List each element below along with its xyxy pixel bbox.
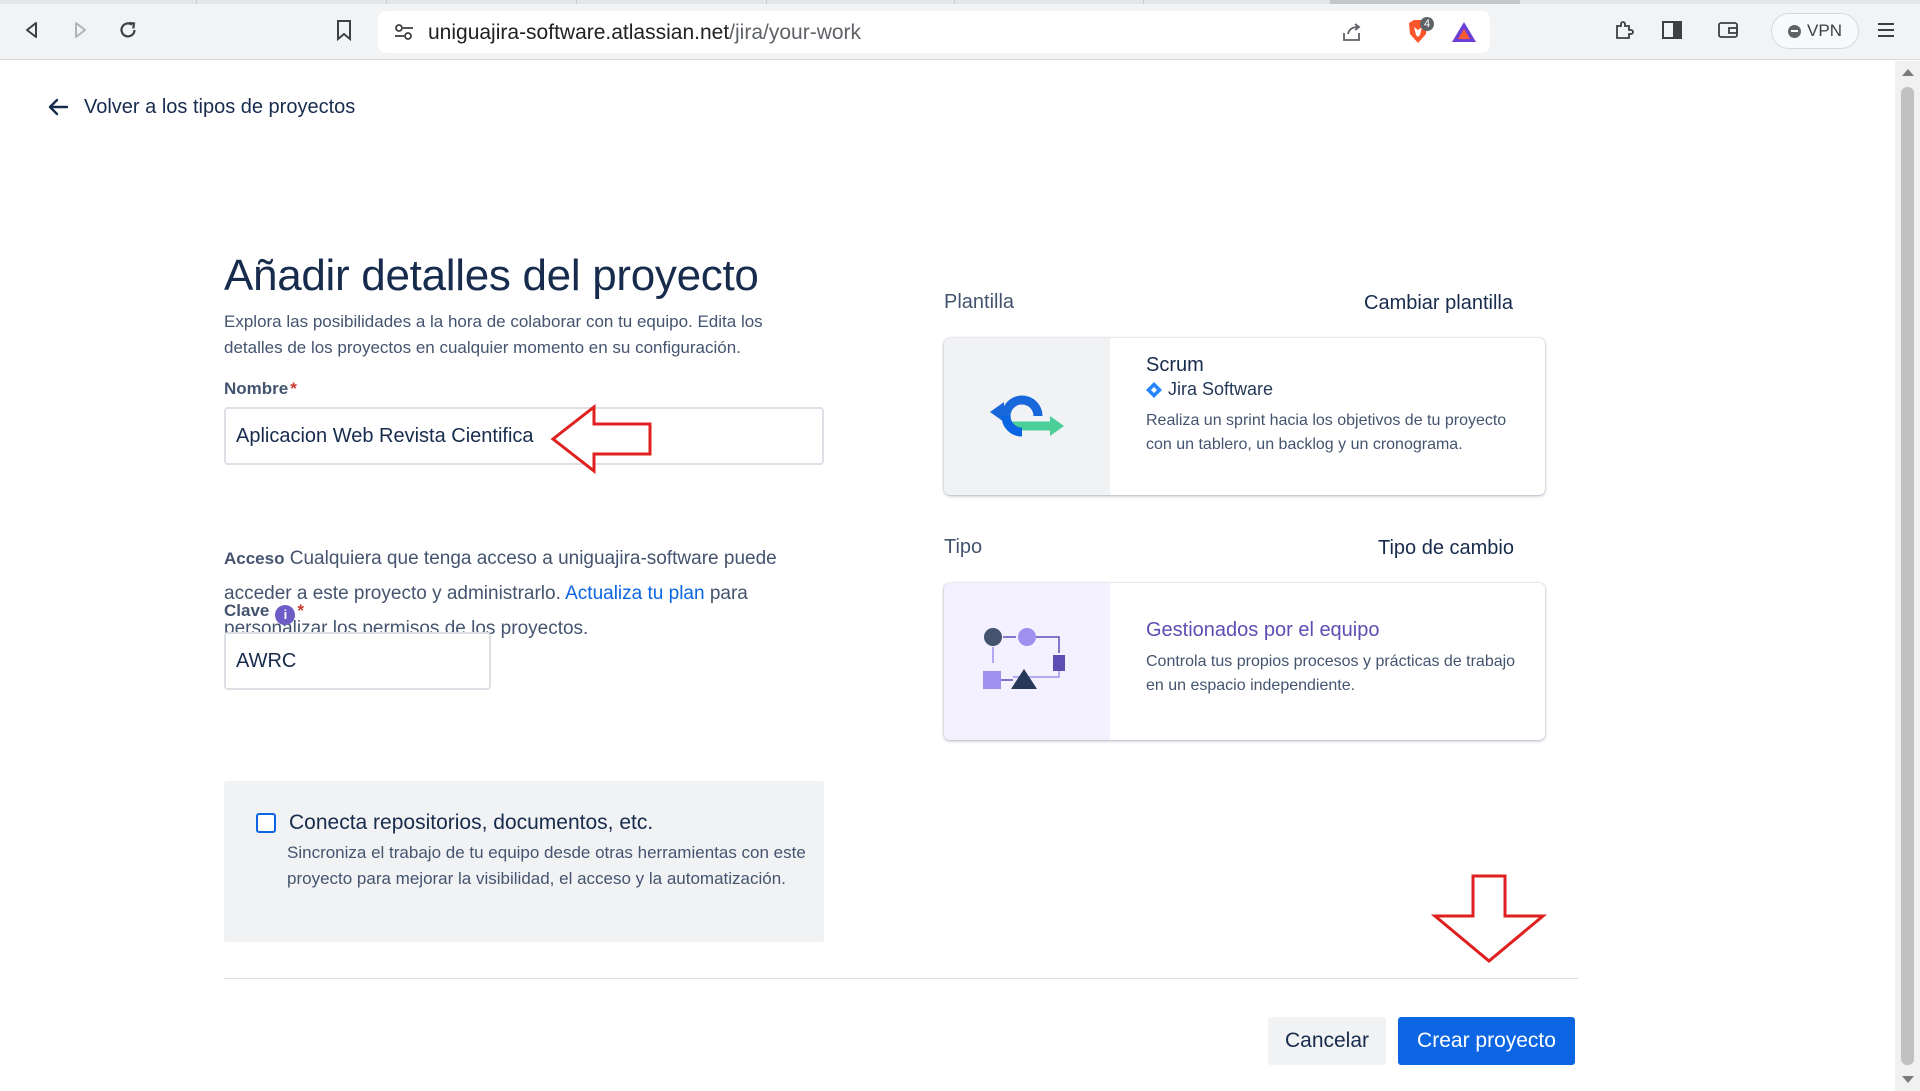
required-mark: * — [297, 601, 304, 620]
sidebar-icon[interactable] — [1656, 14, 1688, 46]
vpn-status-icon — [1788, 24, 1802, 38]
vpn-button[interactable]: VPN — [1771, 13, 1859, 49]
type-section-label: Tipo — [944, 536, 983, 558]
wallet-icon[interactable] — [1712, 14, 1744, 46]
address-bar[interactable]: uniguajira-software.atlassian.net/jira/y… — [378, 11, 1490, 53]
project-key-input[interactable]: AWRC — [224, 632, 491, 690]
project-name-value: Aplicacion Web Revista Cientifica — [236, 424, 534, 447]
brave-rewards-icon[interactable] — [1450, 18, 1478, 46]
create-project-page: Volver a los tipos de proyectos Añadir d… — [0, 61, 1895, 1091]
required-mark: * — [290, 379, 297, 398]
reload-icon[interactable] — [112, 14, 144, 46]
name-field-label: Nombre * — [224, 379, 297, 398]
project-key-value: AWRC — [236, 649, 297, 672]
annotation-arrow-down-icon — [1431, 874, 1547, 963]
scroll-down-icon[interactable] — [1902, 1076, 1914, 1083]
access-description: Acceso Cualquiera que tenga acceso a uni… — [224, 541, 824, 646]
type-card-description: Controla tus propios procesos y práctica… — [1146, 653, 1516, 694]
connect-title: Conecta repositorios, documentos, etc. — [289, 811, 654, 834]
url-text: uniguajira-software.atlassian.net/jira/y… — [428, 21, 862, 44]
project-type-card[interactable]: Gestionados por el equipo Controla tus p… — [944, 583, 1545, 740]
scrum-icon — [944, 338, 1110, 495]
brave-shield-icon[interactable]: 4 — [1398, 17, 1438, 46]
template-card[interactable]: Scrum Jira Software Realiza un sprint ha… — [944, 338, 1545, 495]
browser-toolbar: uniguajira-software.atlassian.net/jira/y… — [0, 0, 1920, 60]
back-link-label: Volver a los tipos de proyectos — [84, 95, 356, 118]
change-template-link[interactable]: Cambiar plantilla — [1364, 292, 1513, 315]
active-tab-indicator[interactable] — [1330, 0, 1520, 4]
page-scrollbar[interactable] — [1895, 61, 1920, 1091]
bookmark-icon[interactable] — [328, 14, 360, 46]
footer-divider — [224, 978, 1578, 979]
menu-icon[interactable] — [1870, 14, 1902, 46]
project-name-input[interactable]: Aplicacion Web Revista Cientifica — [224, 407, 824, 465]
upgrade-plan-link[interactable]: Actualiza tu plan — [565, 583, 704, 604]
extensions-icon[interactable] — [1608, 14, 1640, 46]
back-to-project-types-link[interactable]: Volver a los tipos de proyectos — [46, 95, 355, 119]
scrollbar-thumb[interactable] — [1901, 87, 1914, 1065]
back-icon[interactable] — [16, 14, 48, 46]
cancel-button[interactable]: Cancelar — [1268, 1017, 1386, 1065]
jira-diamond-icon — [1146, 381, 1162, 398]
template-section-label: Plantilla — [944, 291, 1015, 313]
connect-integrations-box: Conecta repositorios, documentos, etc. S… — [224, 781, 824, 942]
key-field-label: Clave i * — [224, 601, 304, 625]
jira-software-brand: Jira Software — [1146, 379, 1526, 400]
shield-badge: 4 — [1420, 17, 1435, 31]
create-project-button[interactable]: Crear proyecto — [1398, 1017, 1575, 1065]
access-label: Acceso — [224, 549, 285, 568]
arrow-left-icon — [48, 98, 69, 116]
forward-icon[interactable] — [64, 14, 96, 46]
tab-strip — [0, 0, 1920, 4]
site-settings-icon[interactable] — [390, 18, 418, 46]
share-icon[interactable] — [1338, 18, 1366, 46]
scroll-up-icon[interactable] — [1902, 69, 1914, 76]
annotation-arrow-left-icon — [550, 404, 652, 474]
page-subtitle: Explora las posibilidades a la hora de c… — [224, 312, 763, 357]
vpn-label: VPN — [1807, 21, 1842, 40]
info-icon[interactable]: i — [275, 604, 296, 625]
type-card-title: Gestionados por el equipo — [1146, 619, 1380, 641]
template-card-title: Scrum — [1146, 354, 1204, 376]
change-type-link[interactable]: Tipo de cambio — [1378, 537, 1514, 560]
team-managed-icon — [944, 583, 1110, 740]
connect-checkbox[interactable] — [256, 813, 276, 833]
template-card-description: Realiza un sprint hacia los objetivos de… — [1146, 412, 1507, 453]
page-title: Añadir detalles del proyecto — [224, 251, 759, 300]
connect-description: Sincroniza el trabajo de tu equipo desde… — [287, 843, 806, 888]
